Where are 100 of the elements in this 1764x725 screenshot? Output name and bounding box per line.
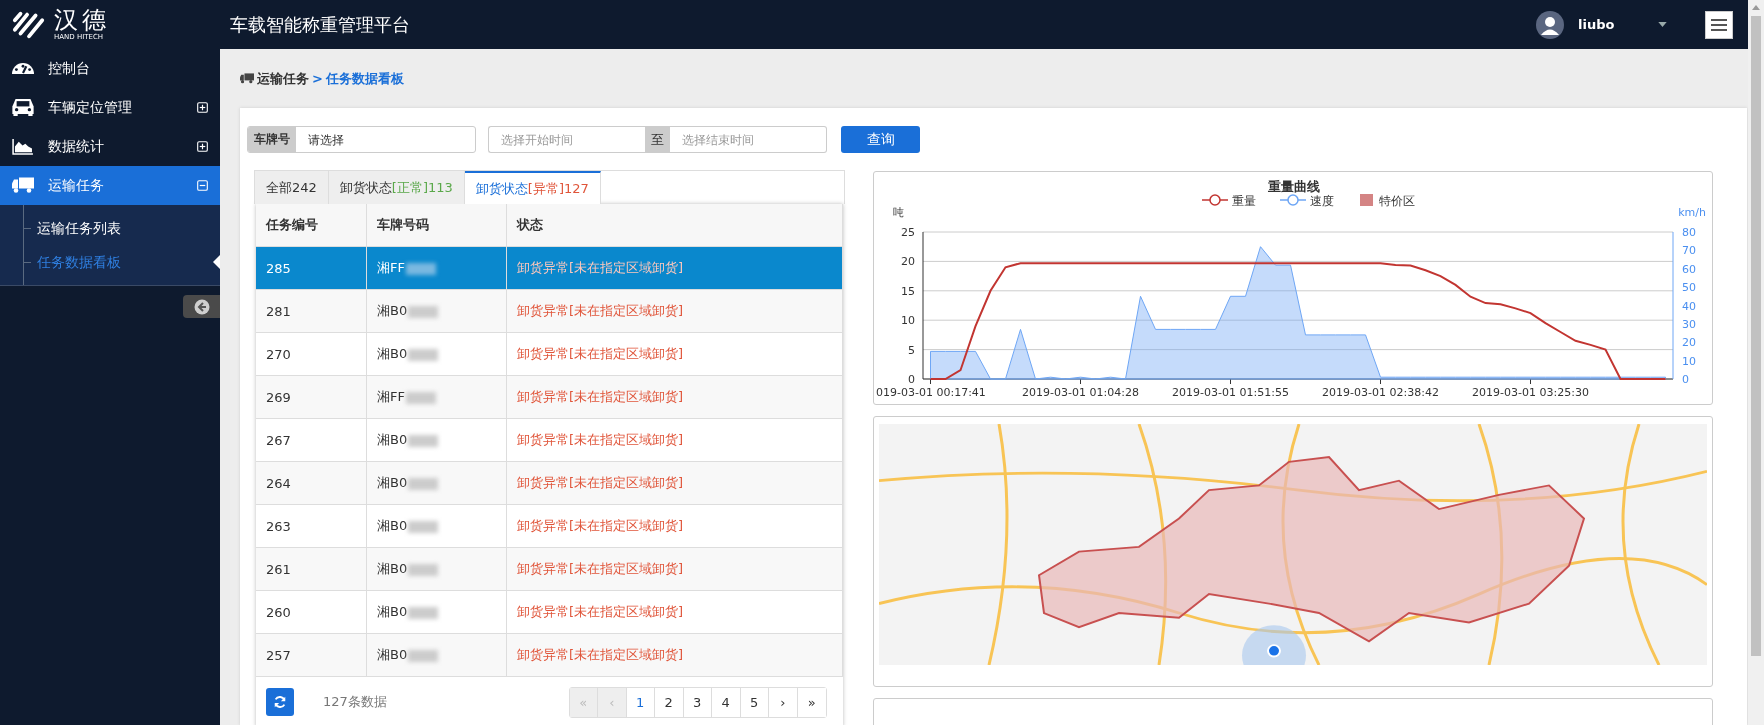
table-cell: 卸货异常[未在指定区域卸货] — [517, 561, 684, 576]
caret-icon[interactable] — [1658, 22, 1667, 27]
table-cell: 卸货异常[未在指定区域卸货] — [517, 432, 684, 447]
truck-icon — [240, 73, 254, 84]
y-tick-label: 30 — [1682, 317, 1696, 331]
table-cell: 湘B0 — [377, 518, 408, 533]
logo-icon — [12, 9, 46, 40]
table-cell: 湘FF — [377, 389, 405, 404]
table-cell: 卸货异常[未在指定区域卸货] — [517, 346, 684, 361]
submenu-item[interactable]: 运输任务列表 — [0, 211, 220, 245]
collapse-icon[interactable] — [197, 180, 208, 191]
sidebar-item[interactable]: 运输任务 — [0, 166, 220, 205]
submenu-item[interactable]: 任务数据看板 — [0, 245, 220, 279]
x-tick-label: 2019-03-01 01:51:55 — [1172, 386, 1289, 399]
table-cell: 264 — [266, 475, 291, 491]
blurred-text — [408, 606, 439, 619]
column-header: 任务编号 — [266, 217, 318, 232]
blurred-text — [408, 520, 439, 533]
y-tick-label: 40 — [1682, 299, 1696, 313]
y-tick-label: 5 — [908, 343, 915, 357]
table-cell: 261 — [266, 561, 291, 577]
app-title: 车载智能称重管理平台 — [230, 12, 411, 37]
y-tick-label: 15 — [901, 284, 915, 298]
table-cell: 湘B0 — [377, 561, 408, 576]
filter-tab[interactable]: 卸货状态[正常]113 — [328, 171, 465, 204]
y-tick-label: 60 — [1682, 262, 1696, 276]
table-cell: 卸货异常[未在指定区域卸货] — [517, 475, 684, 490]
sidebar-item[interactable]: 控制台 — [0, 49, 220, 88]
end-time-input[interactable]: 选择结束时间 — [670, 127, 826, 152]
y-tick-label: 50 — [1682, 281, 1696, 295]
y-tick-label: 20 — [1682, 336, 1696, 350]
table-cell: 285 — [266, 260, 291, 276]
y-tick-label: 0 — [908, 373, 915, 386]
y-axis-label: 吨 — [893, 206, 904, 219]
table-cell: 卸货异常[未在指定区域卸货] — [517, 604, 684, 619]
column-header: 车牌号码 — [377, 217, 429, 232]
x-tick-label: 019-03-01 00:17:41 — [876, 386, 986, 399]
blurred-text — [408, 434, 439, 447]
table-cell: 湘B0 — [377, 432, 408, 447]
breadcrumb-link[interactable]: 任务数据看板 — [325, 69, 404, 88]
table-cell: 湘B0 — [377, 303, 408, 318]
plate-input[interactable]: 请选择 — [296, 127, 475, 152]
table-cell: 湘B0 — [377, 475, 408, 490]
table-cell: 湘B0 — [377, 346, 408, 361]
legend-label: 速度 — [1310, 194, 1334, 208]
chart-title: 重量曲线 — [1268, 179, 1320, 194]
table-row[interactable]: 260 湘B0 卸货异常[未在指定区域卸货] — [256, 590, 843, 634]
start-time-input[interactable]: 选择开始时间 — [489, 127, 645, 152]
y-tick-label: 25 — [901, 226, 915, 239]
plate-select[interactable]: 车牌号 请选择 — [247, 126, 476, 153]
x-tick-label: 2019-03-01 01:04:28 — [1022, 386, 1139, 399]
record-count: 127条数据 — [323, 693, 388, 711]
area-chart-icon — [12, 138, 34, 155]
scrollbar[interactable] — [1748, 0, 1764, 725]
refresh-button[interactable] — [266, 688, 294, 716]
table-cell: 270 — [266, 346, 291, 362]
legend-item[interactable]: 特价区 — [1360, 194, 1415, 208]
car-icon — [12, 99, 34, 116]
blurred-text — [405, 391, 436, 404]
blurred-text — [405, 262, 436, 275]
table-row[interactable]: 270 湘B0 卸货异常[未在指定区域卸货] — [256, 332, 843, 376]
table-cell: 卸货异常[未在指定区域卸货] — [517, 303, 684, 318]
column-header: 状态 — [517, 217, 543, 232]
y-tick-label: 20 — [901, 255, 915, 269]
table-row[interactable]: 263 湘B0 卸货异常[未在指定区域卸货] — [256, 504, 843, 548]
avatar-icon[interactable] — [1536, 10, 1564, 39]
breadcrumb-separator: > — [312, 71, 323, 86]
menu-icon — [1711, 18, 1727, 31]
legend-item[interactable]: 重量 — [1201, 194, 1256, 208]
range-separator: 至 — [645, 126, 670, 153]
filter-tab[interactable]: 卸货状态[异常]127 — [464, 171, 601, 204]
table-cell: 湘B0 — [377, 604, 408, 619]
menu-button[interactable] — [1705, 10, 1733, 39]
sidebar-item[interactable]: 车辆定位管理 — [0, 88, 220, 127]
legend-item[interactable]: 速度 — [1279, 194, 1334, 208]
table-cell: 281 — [266, 303, 291, 319]
expand-icon[interactable] — [197, 102, 208, 113]
table-cell: 卸货异常[未在指定区域卸货] — [517, 518, 684, 533]
query-button[interactable]: 查询 — [841, 126, 920, 153]
blurred-text — [408, 649, 439, 662]
blurred-text — [408, 563, 439, 576]
table-cell: 260 — [266, 604, 291, 620]
breadcrumb-link[interactable]: 运输任务 — [257, 69, 309, 88]
expand-icon[interactable] — [197, 141, 208, 152]
table-cell: 湘B0 — [377, 647, 408, 662]
y-tick-label: 70 — [1682, 244, 1696, 258]
x-tick-label: 2019-03-01 03:25:30 — [1472, 386, 1589, 399]
y-tick-label: 10 — [901, 314, 915, 328]
table-cell: 263 — [266, 518, 291, 534]
legend-label: 重量 — [1232, 194, 1256, 208]
table-row[interactable]: 267 湘B0 卸货异常[未在指定区域卸货] — [256, 418, 843, 462]
filter-tab[interactable]: 全部242 — [255, 171, 329, 204]
blurred-text — [408, 305, 439, 318]
table-cell: 卸货异常[未在指定区域卸货] — [517, 647, 684, 662]
sidebar-item[interactable]: 数据统计 — [0, 127, 220, 166]
table-cell: 269 — [266, 389, 291, 405]
gauge-icon — [12, 63, 34, 74]
collapse-sidebar-button[interactable] — [183, 295, 220, 318]
table-cell: 卸货异常[未在指定区域卸货] — [517, 389, 684, 404]
username[interactable]: liubo — [1578, 17, 1658, 32]
